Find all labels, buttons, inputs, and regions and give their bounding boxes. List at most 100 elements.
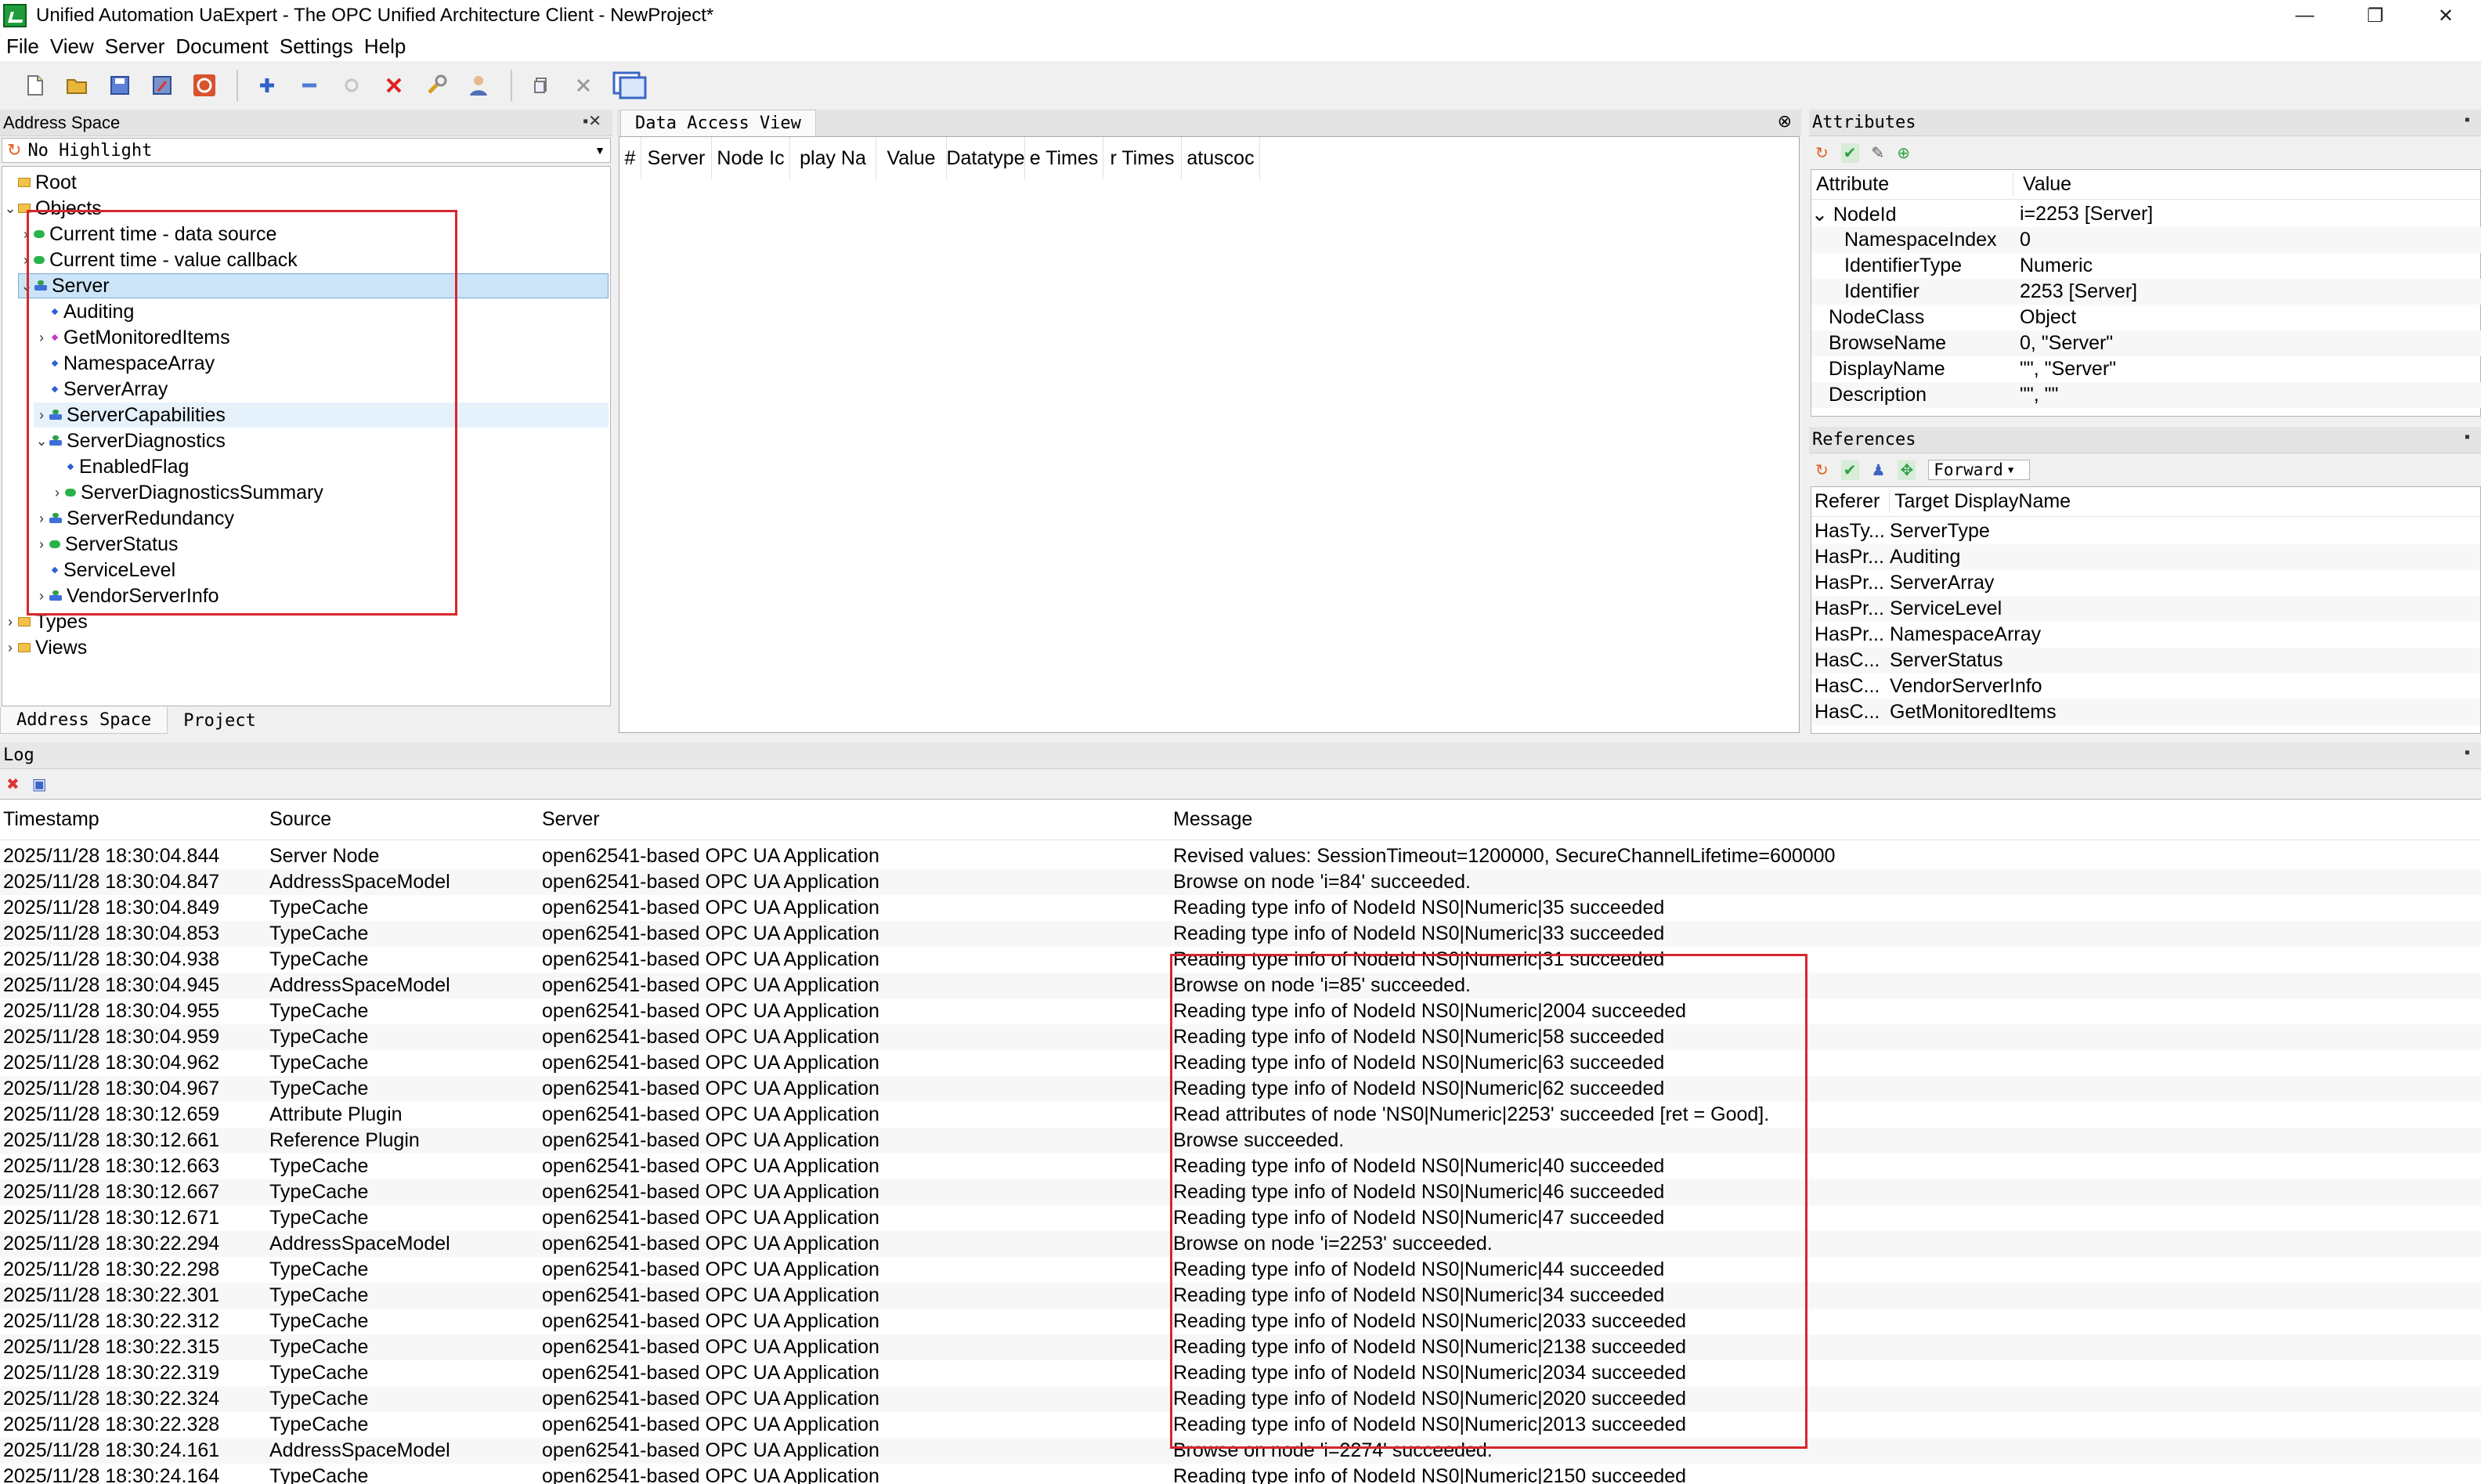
menu-settings[interactable]: Settings <box>273 34 358 59</box>
tree-node[interactable]: NamespaceArray <box>34 351 215 376</box>
log-row[interactable]: 2025/11/28 18:30:22.328 TypeCache open6254… <box>0 1412 2481 1438</box>
reference-direction-select[interactable]: Forward ▼ <box>1928 460 2031 480</box>
reference-row[interactable]: HasC... GetMonitoredItems <box>1811 699 2480 725</box>
tree-node[interactable]: › ServerCapabilities <box>34 403 609 428</box>
view-window-icon[interactable] <box>611 70 648 100</box>
attribute-row[interactable]: Description "", "" <box>1811 382 2481 408</box>
collapsed-arrow-icon[interactable]: › <box>18 252 34 269</box>
tree-node[interactable]: › VendorServerInfo <box>34 583 219 608</box>
new-document-icon[interactable] <box>20 70 50 100</box>
dock-pin-icon[interactable]: ▪ <box>2465 744 2470 762</box>
log-row[interactable]: 2025/11/28 18:30:24.164 TypeCache open6254… <box>0 1464 2481 1484</box>
refresh-icon[interactable]: ↻ <box>1815 143 1829 163</box>
cut-icon[interactable] <box>569 70 598 100</box>
attribute-row[interactable]: NodeClass Object <box>1811 305 2481 330</box>
save-icon[interactable] <box>105 70 135 100</box>
tree-node[interactable]: › Current time - value callback <box>18 247 298 273</box>
collapsed-arrow-icon[interactable]: › <box>34 536 49 553</box>
menu-help[interactable]: Help <box>358 34 410 59</box>
attribute-row[interactable]: DisplayName "", "Server" <box>1811 356 2481 382</box>
reference-row[interactable]: HasPr... ServerArray <box>1811 570 2480 596</box>
expanded-arrow-icon[interactable]: ⌄ <box>2 200 18 217</box>
reference-row[interactable]: HasPr... NamespaceArray <box>1811 622 2480 648</box>
collapsed-arrow-icon[interactable]: › <box>34 511 49 527</box>
add-circle-icon[interactable]: ⊕ <box>1897 143 1910 163</box>
check-icon[interactable]: ✔ <box>1840 460 1859 480</box>
attribute-row[interactable]: NamespaceIndex 0 <box>1811 227 2481 253</box>
column-target-displayname[interactable]: Target DisplayName <box>1890 490 2071 513</box>
disconnect-icon[interactable] <box>379 70 409 100</box>
tree-node[interactable]: › GetMonitoredItems <box>34 325 230 350</box>
reconnect-icon[interactable] <box>337 70 367 100</box>
save-log-icon[interactable]: ▣ <box>32 774 47 794</box>
tab-data-access-view[interactable]: Data Access View <box>620 110 816 136</box>
data-access-column-header[interactable]: atuscoc <box>1182 137 1260 179</box>
data-access-column-header[interactable]: Server <box>641 137 712 179</box>
tree-node[interactable]: › ServerRedundancy <box>34 506 234 531</box>
follow-reference-icon[interactable]: ✥ <box>1898 460 1916 480</box>
tree-node[interactable]: › ServerStatus <box>34 532 179 557</box>
log-row[interactable]: 2025/11/28 18:30:04.967 TypeCache open6254… <box>0 1076 2481 1102</box>
data-access-grid[interactable]: # Server Node Ic play Na Value Datatype e Time… <box>619 136 1800 733</box>
collapsed-arrow-icon[interactable]: › <box>34 330 49 346</box>
log-row[interactable]: 2025/11/28 18:30:12.671 TypeCache open6254… <box>0 1205 2481 1231</box>
refresh-icon[interactable]: ↻ <box>7 140 21 161</box>
tree-node[interactable]: Root <box>2 170 77 195</box>
check-icon[interactable]: ✔ <box>1840 143 1859 163</box>
copy-icon[interactable] <box>526 70 556 100</box>
data-access-column-header[interactable]: e Times <box>1025 137 1103 179</box>
tree-node[interactable]: ServiceLevel <box>34 558 175 583</box>
hierarchy-icon[interactable]: ♟ <box>1872 460 1886 480</box>
column-reference-type[interactable]: Referer <box>1811 490 1890 513</box>
dock-pin-icon[interactable]: ▪✕ <box>583 111 601 131</box>
data-access-column-header[interactable]: Datatype <box>947 137 1025 179</box>
reference-row[interactable]: HasC... VendorServerInfo <box>1811 673 2480 699</box>
close-icon[interactable]: ⊗ <box>1778 111 1792 132</box>
restore-button[interactable]: ❐ <box>2340 0 2411 31</box>
menu-document[interactable]: Document <box>169 34 273 59</box>
stop-icon[interactable] <box>190 70 219 100</box>
minimize-button[interactable]: — <box>2270 0 2340 31</box>
user-icon[interactable] <box>464 70 493 100</box>
add-server-icon[interactable] <box>252 70 282 100</box>
tree-node[interactable]: › Current time - data source <box>18 222 276 247</box>
expanded-arrow-icon[interactable]: ⌄ <box>1811 204 1833 226</box>
attribute-row[interactable]: BrowseName 0, "Server" <box>1811 330 2481 356</box>
highlight-filter-select[interactable]: ↻ No Highlight ▼ <box>2 138 611 163</box>
menu-view[interactable]: View <box>44 34 99 59</box>
data-access-column-header[interactable]: r Times <box>1103 137 1182 179</box>
log-row[interactable]: 2025/11/28 18:30:22.319 TypeCache open6254… <box>0 1360 2481 1386</box>
edit-icon[interactable]: ✎ <box>1872 143 1885 163</box>
column-value[interactable]: Value <box>2013 173 2071 196</box>
refresh-icon[interactable]: ↻ <box>1815 460 1829 480</box>
tree-node[interactable]: ServerArray <box>34 377 168 402</box>
log-row[interactable]: 2025/11/28 18:30:22.324 TypeCache open6254… <box>0 1386 2481 1412</box>
tab-address-space[interactable]: Address Space <box>0 707 168 734</box>
collapsed-arrow-icon[interactable]: › <box>34 407 49 424</box>
log-row[interactable]: 2025/11/28 18:30:22.315 TypeCache open6254… <box>0 1334 2481 1360</box>
log-row[interactable]: 2025/11/28 18:30:04.959 TypeCache open6254… <box>0 1024 2481 1050</box>
close-button[interactable]: ✕ <box>2411 0 2481 31</box>
collapsed-arrow-icon[interactable]: › <box>2 614 18 630</box>
reference-row[interactable]: HasC... ServerStatus <box>1811 648 2480 673</box>
log-row[interactable]: 2025/11/28 18:30:04.945 AddressSpaceModel… <box>0 973 2481 998</box>
collapsed-arrow-icon[interactable]: › <box>49 485 65 501</box>
log-row[interactable]: 2025/11/28 18:30:22.294 AddressSpaceModel… <box>0 1231 2481 1257</box>
log-row[interactable]: 2025/11/28 18:30:04.847 AddressSpaceModel… <box>0 869 2481 895</box>
log-row[interactable]: 2025/11/28 18:30:24.161 AddressSpaceModel… <box>0 1438 2481 1464</box>
log-row[interactable]: 2025/11/28 18:30:22.312 TypeCache open6254… <box>0 1309 2481 1334</box>
tree-node[interactable]: ⌄ Objects <box>2 196 101 221</box>
log-row[interactable]: 2025/11/28 18:30:22.301 TypeCache open6254… <box>0 1283 2481 1309</box>
log-row[interactable]: 2025/11/28 18:30:12.661 Reference Plugin o… <box>0 1128 2481 1154</box>
reference-row[interactable]: HasPr... Auditing <box>1811 544 2480 570</box>
column-timestamp[interactable]: Timestamp <box>3 808 99 831</box>
menu-file[interactable]: File <box>0 34 44 59</box>
remove-server-icon[interactable] <box>294 70 324 100</box>
expanded-arrow-icon[interactable]: ⌄ <box>19 278 34 294</box>
tab-project[interactable]: Project <box>168 708 272 734</box>
tree-node[interactable]: › Types <box>2 609 88 634</box>
tree-node[interactable]: › ServerDiagnosticsSummary <box>49 480 323 505</box>
data-access-column-header[interactable]: # <box>619 137 641 179</box>
clear-log-icon[interactable]: ✖ <box>6 774 20 794</box>
reference-row[interactable]: HasPr... ServiceLevel <box>1811 596 2480 622</box>
